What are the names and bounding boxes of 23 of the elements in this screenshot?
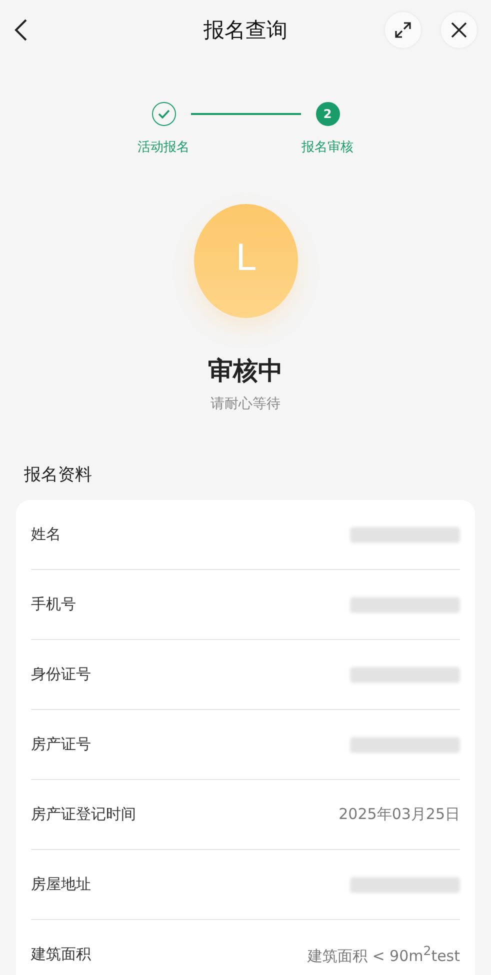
field-value: 建筑面积 < 90m$^{2}$test: [307, 943, 460, 966]
field-label: 姓名: [31, 525, 61, 544]
field-label: 房产证号: [31, 735, 91, 754]
field-label: 身份证号: [31, 665, 91, 684]
check-icon: [158, 109, 170, 119]
field-label: 房屋地址: [31, 875, 91, 894]
field-label: 建筑面积: [31, 945, 91, 964]
status-subtitle: 请耐心等待: [210, 395, 282, 413]
step-label: 活动报名: [138, 139, 190, 156]
step-label: 报名审核: [302, 139, 354, 156]
field-label: 房产证登记时间: [31, 805, 136, 824]
close-button[interactable]: [441, 12, 477, 48]
avatar: L: [194, 204, 298, 318]
step-indicator: 2: [316, 102, 340, 126]
back-icon: [14, 18, 28, 42]
page-title: 报名查询: [204, 17, 288, 44]
status-title: 审核中: [207, 355, 284, 387]
field-value: 2025年03月25日: [338, 805, 460, 824]
field-label: 手机号: [31, 595, 76, 614]
close-icon: [450, 21, 468, 39]
expand-icon: [394, 21, 412, 39]
section-title: 报名资料: [24, 464, 93, 486]
expand-button[interactable]: [385, 12, 421, 48]
